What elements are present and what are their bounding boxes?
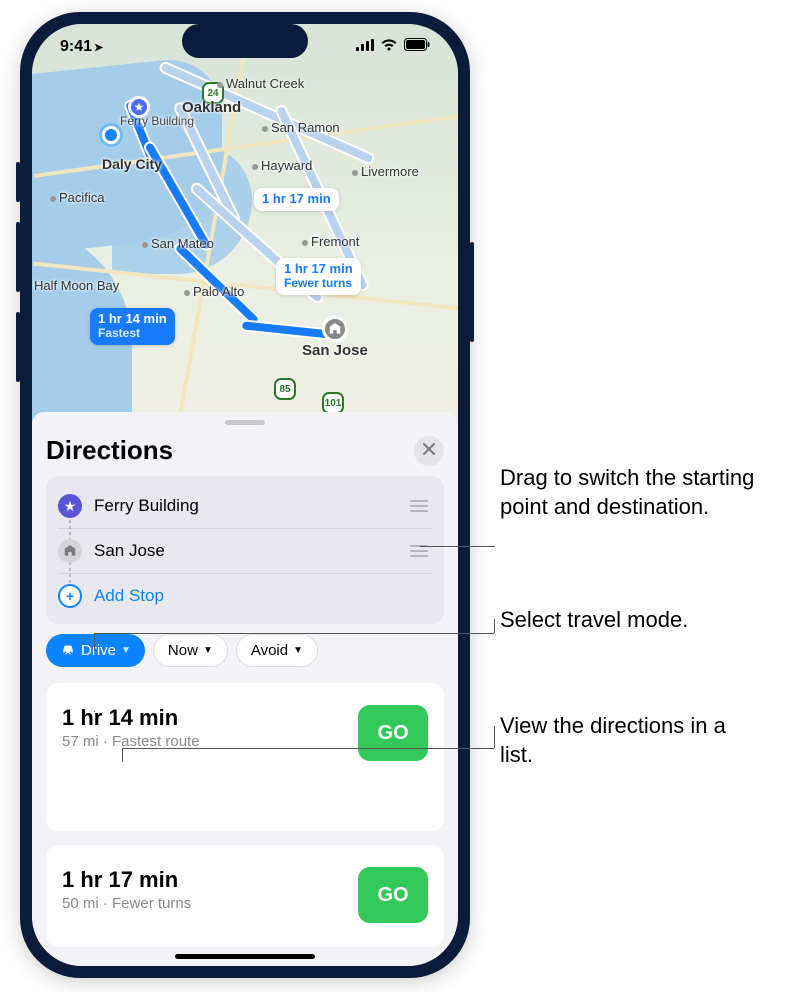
annotation-drag: Drag to switch the starting point and de…: [500, 464, 760, 521]
phone-frame: 9:41 ➤: [20, 12, 470, 978]
annotation-line: [420, 546, 495, 547]
status-time: 9:41: [60, 38, 92, 56]
current-location-icon[interactable]: [102, 126, 120, 144]
drag-handle-icon[interactable]: [410, 500, 432, 512]
annotation-line: [94, 633, 494, 634]
annotation-line: [94, 633, 95, 651]
go-button[interactable]: GO: [358, 705, 428, 761]
go-button[interactable]: GO: [358, 867, 428, 923]
highway-shield-icon: 101: [322, 392, 344, 414]
mode-row: Drive ▼ Now ▼ Avoid ▼: [46, 634, 444, 667]
marker-label: Ferry Building: [120, 114, 194, 128]
stop-label: Ferry Building: [94, 496, 398, 516]
travel-mode-label: Drive: [81, 642, 116, 659]
volume-down-button: [16, 312, 20, 382]
result-time: 1 hr 17 min: [62, 867, 191, 893]
route-result[interactable]: 1 hr 17 min 50 mi · Fewer turns GO: [46, 845, 444, 947]
result-time: 1 hr 14 min: [62, 705, 200, 731]
screen: 9:41 ➤: [32, 24, 458, 966]
depart-time-chip[interactable]: Now ▼: [153, 634, 228, 667]
annotation-mode: Select travel mode.: [500, 606, 760, 635]
stop-label: San Jose: [94, 541, 398, 561]
chevron-down-icon: ▼: [121, 645, 131, 656]
chevron-down-icon: ▼: [203, 645, 213, 656]
city-label: San Ramon: [262, 120, 340, 135]
map-view[interactable]: ★ 24 85 101 Walnut Creek Oakland San Ram…: [32, 24, 458, 424]
highway-shield-icon: 85: [274, 378, 296, 400]
volume-up-button: [16, 222, 20, 292]
add-stop-row[interactable]: + Add Stop: [58, 573, 432, 618]
city-label: San Mateo: [142, 236, 214, 251]
power-button: [470, 242, 474, 342]
sheet-title: Directions: [46, 435, 173, 466]
close-icon: [423, 442, 435, 460]
close-button[interactable]: [414, 436, 444, 466]
add-stop-label: Add Stop: [94, 586, 432, 606]
avoid-chip[interactable]: Avoid ▼: [236, 634, 318, 667]
annotation-line: [122, 748, 494, 749]
route-result[interactable]: 1 hr 14 min 57 mi · Fastest route GO: [46, 683, 444, 831]
side-button: [16, 162, 20, 202]
city-label: Pacifica: [50, 190, 105, 205]
sheet-grabber[interactable]: [225, 420, 265, 425]
destination-marker-icon[interactable]: [322, 316, 348, 342]
result-subtitle: 50 mi · Fewer turns: [62, 895, 191, 912]
city-label: Daly City: [102, 156, 162, 172]
dynamic-island: [182, 24, 308, 58]
annotation-line: [94, 711, 95, 712]
travel-mode-chip[interactable]: Drive ▼: [46, 634, 145, 667]
car-icon: [60, 642, 76, 660]
wifi-icon: [380, 38, 398, 56]
annotation-line: [494, 619, 495, 633]
annotation-line: [494, 726, 495, 748]
chevron-down-icon: ▼: [293, 645, 303, 656]
annotation-list: View the directions in a list.: [500, 712, 760, 769]
star-icon: ★: [58, 494, 82, 518]
route-label-alt[interactable]: 1 hr 17 min: [254, 188, 339, 211]
directions-sheet[interactable]: Directions ★ Ferry Building: [32, 412, 458, 966]
results-list[interactable]: 1 hr 14 min 57 mi · Fastest route GO 1 h…: [46, 677, 444, 958]
annotation-line: [122, 748, 123, 762]
home-indicator[interactable]: [175, 954, 315, 959]
city-label: Half Moon Bay: [34, 278, 119, 293]
destination-icon: [58, 539, 82, 563]
location-arrow-icon: ➤: [94, 41, 103, 54]
stops-card: ★ Ferry Building San Jose + Add Stop: [46, 476, 444, 624]
route-label-primary[interactable]: 1 hr 14 min Fastest: [90, 308, 175, 345]
depart-time-label: Now: [168, 642, 198, 659]
avoid-label: Avoid: [251, 642, 288, 659]
plus-icon: +: [58, 584, 82, 608]
battery-icon: [404, 38, 430, 56]
cellular-icon: [356, 38, 374, 56]
city-label: Walnut Creek: [217, 76, 304, 91]
city-label: Palo Alto: [184, 284, 244, 299]
stop-row-destination[interactable]: San Jose: [58, 528, 432, 573]
city-label: Fremont: [302, 234, 359, 249]
city-label: San Jose: [302, 342, 368, 359]
route-label-alt[interactable]: 1 hr 17 min Fewer turns: [276, 258, 361, 295]
city-label: Livermore: [352, 164, 419, 179]
city-label: Hayward: [252, 158, 312, 173]
stop-row-origin[interactable]: ★ Ferry Building: [58, 484, 432, 528]
